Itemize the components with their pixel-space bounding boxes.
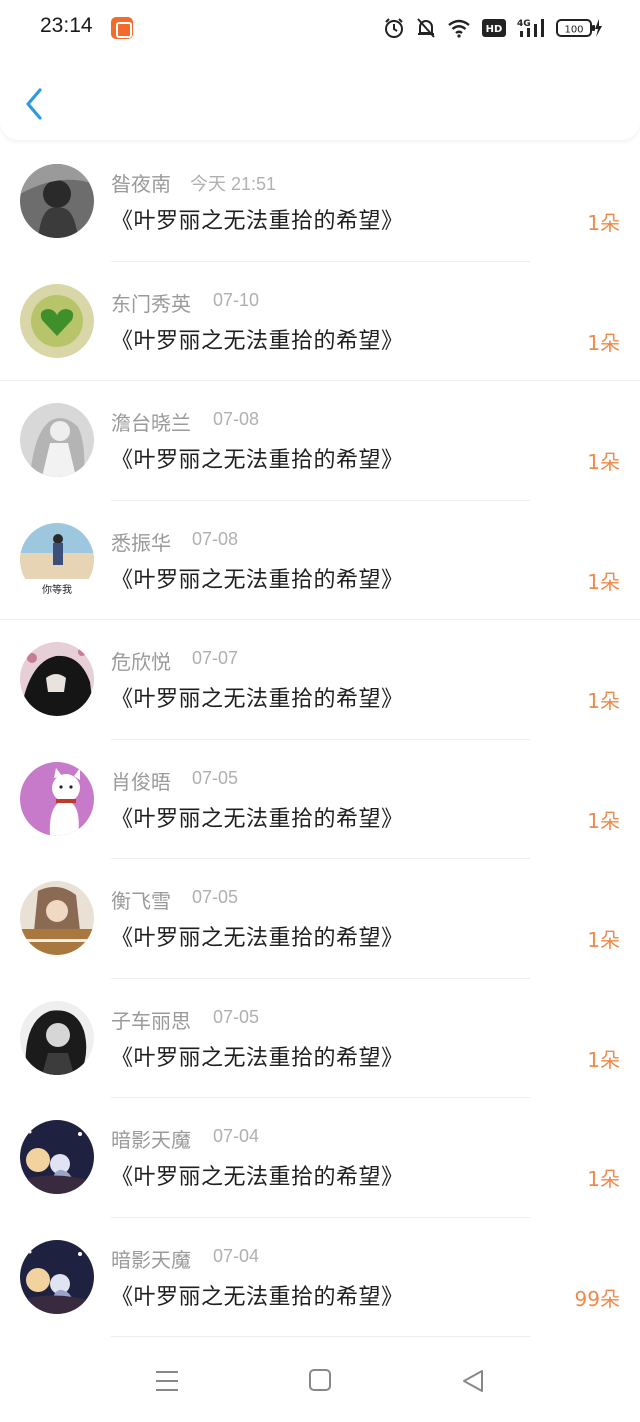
list-item[interactable]: 子车丽思 07-05 《叶罗丽之无法重拾的希望》 1朵 bbox=[0, 979, 640, 1098]
book-title: 《叶罗丽之无法重拾的希望》 bbox=[111, 687, 404, 712]
book-title: 《叶罗丽之无法重拾的希望》 bbox=[111, 1165, 404, 1190]
list-item[interactable]: 肖俊晤 07-05 《叶罗丽之无法重拾的希望》 1朵 bbox=[0, 740, 640, 859]
flower-count: 99朵 bbox=[574, 1286, 620, 1311]
signal-4g-icon: 4G bbox=[517, 19, 544, 37]
book-title: 《叶罗丽之无法重拾的希望》 bbox=[111, 806, 404, 832]
timestamp: 07-04 bbox=[213, 1245, 260, 1266]
user-name: 暗影天魔 bbox=[111, 1247, 191, 1272]
timestamp: 07-08 bbox=[213, 409, 260, 429]
mute-bell-icon bbox=[417, 18, 435, 38]
hd-icon: HD bbox=[482, 19, 506, 37]
avatar[interactable] bbox=[20, 881, 94, 955]
timestamp: 07-08 bbox=[192, 528, 239, 549]
user-name: 衡飞雪 bbox=[111, 889, 171, 913]
flower-count: 1朵 bbox=[587, 211, 620, 235]
user-name: 澹台晓兰 bbox=[111, 411, 191, 435]
user-name: 昝夜南 bbox=[111, 172, 171, 196]
header bbox=[0, 58, 640, 140]
book-title: 《叶罗丽之无法重拾的希望》 bbox=[111, 209, 404, 234]
system-nav-bar bbox=[0, 1342, 640, 1422]
user-name: 危欣悦 bbox=[111, 650, 171, 674]
avatar[interactable] bbox=[20, 403, 94, 477]
avatar[interactable] bbox=[20, 1239, 94, 1314]
menu-icon[interactable] bbox=[154, 1368, 180, 1394]
status-bar: 23:14 HD 4G 100 bbox=[0, 0, 640, 58]
alarm-icon bbox=[385, 18, 403, 38]
flower-count: 1朵 bbox=[587, 569, 620, 594]
divider bbox=[111, 1336, 530, 1337]
user-name: 子车丽思 bbox=[111, 1008, 191, 1033]
status-time: 23:14 bbox=[40, 14, 93, 37]
book-title: 《叶罗丽之无法重拾的希望》 bbox=[111, 1284, 404, 1310]
battery-level: 100 bbox=[564, 25, 583, 36]
avatar[interactable] bbox=[20, 283, 94, 358]
avatar[interactable]: 你等我 bbox=[20, 522, 94, 597]
user-name: 东门秀英 bbox=[111, 291, 191, 316]
timestamp: 07-04 bbox=[213, 1126, 260, 1146]
user-name: 暗影天魔 bbox=[111, 1128, 191, 1152]
hd-label: HD bbox=[486, 24, 503, 35]
avatar-caption: 你等我 bbox=[42, 583, 72, 596]
book-title: 《叶罗丽之无法重拾的希望》 bbox=[111, 1045, 404, 1071]
timestamp: 今天 21:51 bbox=[190, 174, 277, 194]
back-triangle-icon[interactable] bbox=[460, 1368, 486, 1394]
user-name: 悉振华 bbox=[111, 530, 171, 555]
list-item[interactable]: 昝夜南 今天 21:51 《叶罗丽之无法重拾的希望》 1朵 bbox=[0, 142, 640, 262]
book-title: 《叶罗丽之无法重拾的希望》 bbox=[111, 328, 404, 354]
timestamp: 07-05 bbox=[213, 1006, 260, 1027]
reward-list: 昝夜南 今天 21:51 《叶罗丽之无法重拾的希望》 1朵 东门秀英 07-10… bbox=[0, 142, 640, 1337]
book-title: 《叶罗丽之无法重拾的希望》 bbox=[111, 926, 404, 951]
avatar[interactable] bbox=[20, 1120, 94, 1194]
avatar[interactable] bbox=[20, 164, 94, 238]
list-item[interactable]: 澹台晓兰 07-08 《叶罗丽之无法重拾的希望》 1朵 bbox=[0, 381, 640, 501]
flower-count: 1朵 bbox=[587, 689, 620, 713]
list-item[interactable]: 衡飞雪 07-05 《叶罗丽之无法重拾的希望》 1朵 bbox=[0, 859, 640, 979]
list-item[interactable]: 危欣悦 07-07 《叶罗丽之无法重拾的希望》 1朵 bbox=[0, 620, 640, 740]
wifi-icon bbox=[448, 19, 470, 38]
battery-icon: 100 bbox=[556, 19, 602, 37]
avatar[interactable] bbox=[20, 642, 94, 716]
list-item[interactable]: 你等我 悉振华 07-08 《叶罗丽之无法重拾的希望》 1朵 bbox=[0, 501, 640, 620]
list-item[interactable]: 暗影天魔 07-04 《叶罗丽之无法重拾的希望》 99朵 bbox=[0, 1218, 640, 1337]
timestamp: 07-05 bbox=[192, 887, 239, 907]
home-square-icon[interactable] bbox=[308, 1368, 332, 1392]
app-notification-icon bbox=[111, 17, 133, 39]
avatar[interactable] bbox=[20, 1000, 94, 1075]
status-icons: HD 4G 100 bbox=[383, 15, 602, 41]
list-item[interactable]: 东门秀英 07-10 《叶罗丽之无法重拾的希望》 1朵 bbox=[0, 262, 640, 381]
timestamp: 07-05 bbox=[192, 767, 239, 788]
chevron-left-icon[interactable] bbox=[20, 84, 50, 124]
network-type: 4G bbox=[517, 19, 531, 29]
flower-count: 1朵 bbox=[587, 1047, 620, 1072]
user-name: 肖俊晤 bbox=[111, 769, 171, 794]
avatar[interactable] bbox=[20, 761, 94, 836]
flower-count: 1朵 bbox=[587, 330, 620, 355]
flower-count: 1朵 bbox=[587, 928, 620, 952]
book-title: 《叶罗丽之无法重拾的希望》 bbox=[111, 567, 404, 593]
timestamp: 07-10 bbox=[213, 289, 260, 310]
flower-count: 1朵 bbox=[587, 808, 620, 833]
flower-count: 1朵 bbox=[587, 1167, 620, 1191]
flower-count: 1朵 bbox=[587, 450, 620, 474]
book-title: 《叶罗丽之无法重拾的希望》 bbox=[111, 448, 404, 473]
timestamp: 07-07 bbox=[192, 648, 239, 668]
list-item[interactable]: 暗影天魔 07-04 《叶罗丽之无法重拾的希望》 1朵 bbox=[0, 1098, 640, 1218]
